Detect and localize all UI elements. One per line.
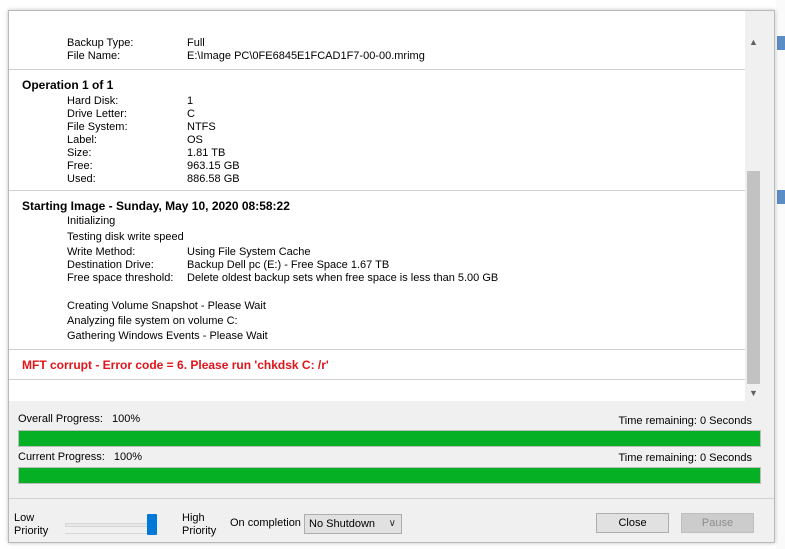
log-value: 886.58 GB <box>187 173 240 185</box>
section-divider <box>9 69 753 70</box>
overall-time-remaining: Time remaining: 0 Seconds <box>618 415 753 427</box>
priority-slider-ticks <box>65 531 157 534</box>
chevron-down-icon: ∨ <box>388 518 396 529</box>
log-label: Free space threshold: <box>67 272 174 284</box>
log-pane[interactable]: Backup Type: Full File Name: E:\Image PC… <box>9 11 753 401</box>
log-message: Initializing <box>67 215 116 227</box>
high-priority-label: High Priority <box>182 512 216 538</box>
log-scrollbar[interactable]: ▲ ▼ <box>745 11 762 401</box>
background-window-mark <box>777 190 785 204</box>
log-value: NTFS <box>187 121 216 133</box>
background-window-edge <box>776 0 785 549</box>
scroll-down-arrow-icon[interactable]: ▼ <box>745 384 762 401</box>
current-progress-label: Current Progress: 100% <box>18 451 142 463</box>
operation-title: Operation 1 of 1 <box>22 78 114 92</box>
log-label: Write Method: <box>67 246 136 258</box>
log-value: 1 <box>187 95 194 107</box>
log-label: Destination Drive: <box>67 259 154 271</box>
low-priority-label: Low Priority <box>14 512 48 538</box>
log-value: OS <box>187 134 203 146</box>
priority-word: Priority <box>14 525 49 537</box>
priority-slider-track[interactable] <box>65 523 157 527</box>
background-window-mark <box>777 36 785 50</box>
section-divider <box>9 379 753 380</box>
overall-progress-percent: 100% <box>112 413 141 425</box>
close-button[interactable]: Close <box>596 513 669 533</box>
scrollbar-thumb[interactable] <box>747 171 760 384</box>
log-label: Drive Letter: <box>67 108 127 120</box>
on-completion-label: On completion <box>230 517 301 529</box>
section-divider <box>9 349 753 350</box>
overall-progress-label: Overall Progress: 100% <box>18 413 140 425</box>
scroll-up-arrow-icon[interactable]: ▲ <box>745 33 762 50</box>
current-progress-percent: 100% <box>113 451 143 463</box>
log-value: Using File System Cache <box>187 246 311 258</box>
log-value: Full <box>187 37 205 49</box>
overall-progress-bar <box>18 430 761 447</box>
log-message: Gathering Windows Events - Please Wait <box>67 330 268 342</box>
image-title: Starting Image - Sunday, May 10, 2020 08… <box>22 199 290 213</box>
log-message: Analyzing file system on volume C: <box>67 315 238 327</box>
current-progress-bar <box>18 467 761 484</box>
log-label: Label: <box>67 134 97 146</box>
current-progress-text: Current Progress: <box>18 451 105 463</box>
priority-slider-thumb[interactable] <box>147 514 157 535</box>
bottom-divider <box>9 498 774 499</box>
error-message: MFT corrupt - Error code = 6. Please run… <box>22 358 329 372</box>
log-label: Used: <box>67 173 96 185</box>
log-value: Delete oldest backup sets when free spac… <box>187 272 499 284</box>
log-value: E:\Image PC\0FE6845E1FCAD1F7-00-00.mrimg <box>187 50 425 62</box>
current-time-remaining: Time remaining: 0 Seconds <box>618 452 753 464</box>
priority-word: Priority <box>182 525 217 537</box>
section-divider <box>9 190 753 191</box>
current-progress-fill <box>19 468 760 483</box>
log-message: Testing disk write speed <box>67 231 184 243</box>
log-label: Backup Type: <box>67 37 134 49</box>
log-value: 963.15 GB <box>187 160 240 172</box>
high-word: High <box>182 512 205 524</box>
log-message: Creating Volume Snapshot - Please Wait <box>67 300 266 312</box>
on-completion-dropdown[interactable]: No Shutdown ∨ <box>304 514 402 534</box>
pause-button[interactable]: Pause <box>681 513 754 533</box>
overall-progress-fill <box>19 431 760 446</box>
log-label: Hard Disk: <box>67 95 119 107</box>
log-value: C <box>187 108 195 120</box>
on-completion-value: No Shutdown <box>309 518 376 530</box>
log-value: 1.81 TB <box>187 147 226 159</box>
low-word: Low <box>14 512 35 524</box>
log-label: File Name: <box>67 50 121 62</box>
log-value: Backup Dell pc (E:) - Free Space 1.67 TB <box>187 259 390 271</box>
overall-progress-text: Overall Progress: <box>18 413 103 425</box>
log-label: Size: <box>67 147 92 159</box>
log-label: Free: <box>67 160 93 172</box>
log-label: File System: <box>67 121 128 133</box>
